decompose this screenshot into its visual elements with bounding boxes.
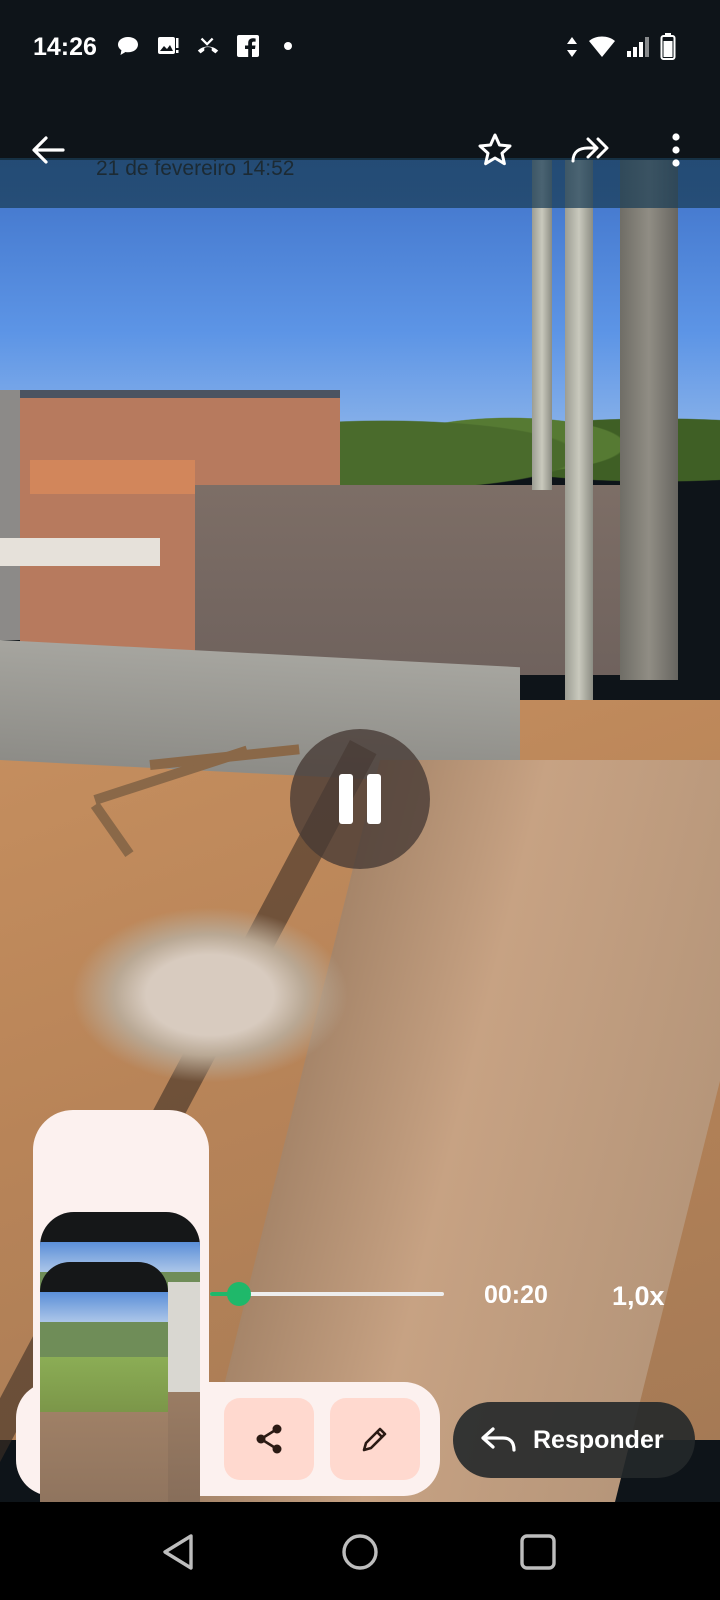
signal-icon: [626, 36, 650, 63]
more-options-button[interactable]: [648, 122, 704, 178]
rubble-pile: [60, 900, 360, 1090]
star-icon: [478, 133, 512, 166]
seek-bar[interactable]: [210, 1282, 444, 1306]
elapsed-time: 00:20: [484, 1281, 548, 1309]
thumb-wall: [168, 1282, 200, 1392]
more-vert-icon: [672, 133, 680, 167]
share-button[interactable]: [224, 1398, 314, 1480]
facebook-icon: [235, 34, 261, 58]
nav-home-button[interactable]: [332, 1524, 388, 1580]
nav-recents-icon: [520, 1534, 556, 1570]
wifi-icon: [588, 35, 616, 64]
chat-bubble-icon: [115, 34, 141, 58]
top-app-bar: 21 de fevereiro 14:52: [0, 96, 720, 208]
playback-speed-button[interactable]: 1,0x: [612, 1281, 665, 1312]
utility-pole: [532, 160, 552, 490]
nav-recents-button[interactable]: [510, 1524, 566, 1580]
system-nav-bar: [0, 1502, 720, 1600]
preview-thumbnail-front[interactable]: [40, 1262, 168, 1502]
utility-pole: [565, 160, 593, 700]
nav-back-button[interactable]: [150, 1524, 206, 1580]
reply-label: Responder: [533, 1425, 664, 1454]
missed-call-icon: [195, 34, 221, 58]
back-arrow-icon: [32, 136, 65, 164]
share-icon: [256, 1424, 282, 1454]
nav-back-icon: [163, 1534, 193, 1570]
status-time: 14:26: [33, 33, 97, 61]
gallery-alert-icon: [155, 34, 181, 58]
star-button[interactable]: [467, 122, 523, 178]
reply-button[interactable]: Responder: [453, 1402, 695, 1478]
thumb-grass: [40, 1357, 168, 1417]
dot-icon: [275, 34, 301, 58]
back-wall: [195, 485, 625, 675]
edit-pencil-icon: [362, 1427, 387, 1452]
seek-thumb[interactable]: [227, 1282, 251, 1306]
pause-button[interactable]: [290, 729, 430, 869]
reply-arrow-icon: [481, 1427, 516, 1452]
message-date: 21 de fevereiro 14:52: [96, 157, 295, 180]
utility-pole: [620, 160, 678, 680]
status-bar: 14:26: [0, 0, 720, 96]
thumb-dirt: [40, 1412, 168, 1502]
thumb-hill: [40, 1322, 168, 1362]
forward-button[interactable]: [563, 122, 619, 178]
forward-icon: [571, 137, 609, 163]
battery-icon: [660, 33, 676, 66]
awning: [0, 538, 160, 566]
pause-icon-bar: [367, 774, 381, 824]
data-arrows-icon: [566, 35, 578, 64]
nav-home-icon: [342, 1534, 378, 1570]
building-floor: [30, 460, 195, 494]
notification-icons: [115, 34, 301, 58]
system-icons: [566, 33, 676, 66]
edit-button[interactable]: [330, 1398, 420, 1480]
back-button[interactable]: [20, 122, 76, 178]
pause-icon-bar: [339, 774, 353, 824]
